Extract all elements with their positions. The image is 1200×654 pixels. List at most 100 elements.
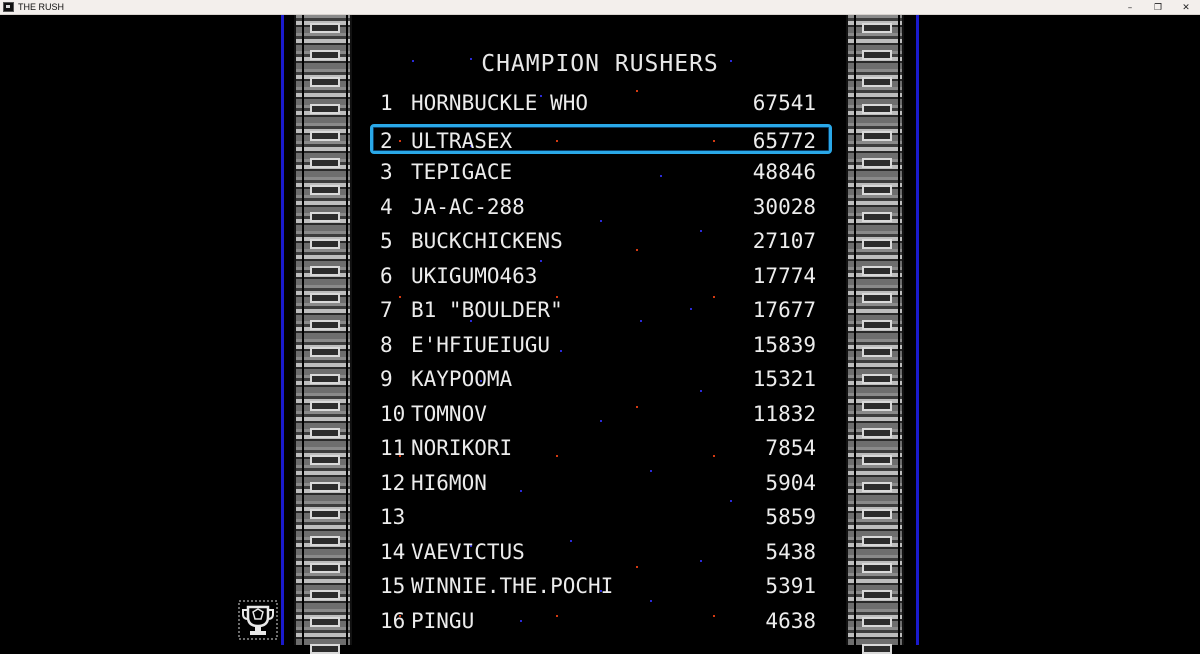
pillar-notch bbox=[310, 428, 340, 438]
leaderboard-row[interactable]: 13 5859 bbox=[370, 503, 832, 533]
leaderboard-row[interactable]: 8 E'HFIUEIUGU 15839 bbox=[370, 331, 832, 361]
pillar-notch bbox=[862, 266, 892, 276]
pillar-notch bbox=[310, 23, 340, 33]
pillar-notch bbox=[310, 212, 340, 222]
right-border-line bbox=[916, 15, 919, 645]
leaderboard-name: B1 "BOULDER" bbox=[411, 298, 563, 322]
pillar-notch bbox=[310, 509, 340, 519]
pillar-notch bbox=[862, 644, 892, 654]
pillar-notch bbox=[310, 77, 340, 87]
pillar-notch bbox=[862, 185, 892, 195]
leaderboard-score: 15321 bbox=[752, 367, 816, 391]
leaderboard-rank: 14 bbox=[380, 539, 406, 564]
pillar-notch bbox=[310, 185, 340, 195]
minimize-button[interactable]: – bbox=[1116, 0, 1144, 15]
leaderboard-rank: 15 bbox=[380, 574, 406, 598]
pillar-notch bbox=[862, 239, 892, 249]
pillar-notch bbox=[310, 293, 340, 303]
leaderboard-score: 5438 bbox=[765, 539, 816, 564]
pillar-notch bbox=[862, 347, 892, 357]
pillar-notch bbox=[310, 563, 340, 573]
pillar-notch bbox=[862, 320, 892, 330]
leaderboard-row[interactable]: 4 JA-AC-288 30028 bbox=[370, 193, 832, 223]
pillar-notch bbox=[310, 239, 340, 249]
leaderboard-rank: 10 bbox=[380, 401, 406, 426]
leaderboard-name: NORIKORI bbox=[411, 436, 513, 460]
leaderboard-score: 5904 bbox=[765, 470, 816, 495]
leaderboard-rank: 7 bbox=[380, 298, 393, 322]
pillar-notch bbox=[862, 428, 892, 438]
restore-button[interactable]: ❐ bbox=[1144, 0, 1172, 15]
pillar-notch bbox=[310, 617, 340, 627]
window-controls: – ❐ ✕ bbox=[1116, 0, 1200, 15]
leaderboard-row[interactable]: 15 WINNIE.THE.POCHI 5391 bbox=[370, 572, 832, 602]
leaderboard-name: KAYPOOMA bbox=[411, 367, 513, 391]
game-canvas: CHAMPION RUSHERS 1 HORNBUCKLE WHO 67541 2 UL… bbox=[0, 15, 1200, 654]
leaderboard-row[interactable]: 2 ULTRASEX 65772 bbox=[370, 123, 832, 154]
leaderboard-score: 15839 bbox=[752, 332, 816, 357]
leaderboard-rank: 3 bbox=[380, 160, 393, 184]
leaderboard-row[interactable]: 9 KAYPOOMA 15321 bbox=[370, 365, 832, 395]
leaderboard-name: TOMNOV bbox=[411, 401, 487, 426]
leaderboard-row[interactable]: 7 B1 "BOULDER" 17677 bbox=[370, 296, 832, 326]
pillar-notch bbox=[862, 563, 892, 573]
leaderboard-name: HORNBUCKLE WHO bbox=[411, 91, 589, 115]
leaderboard-rank: 6 bbox=[380, 263, 393, 288]
leaderboard-score: 30028 bbox=[752, 194, 816, 219]
window-title: THE RUSH bbox=[18, 2, 65, 12]
pillar-notch bbox=[310, 158, 340, 168]
pillar-notch bbox=[310, 131, 340, 141]
leaderboard-name: E'HFIUEIUGU bbox=[411, 332, 551, 357]
pillar-notch bbox=[310, 482, 340, 492]
leaderboard-name: UKIGUMO463 bbox=[411, 263, 538, 288]
leaderboard-row[interactable]: 5 BUCKCHICKENS 27107 bbox=[370, 227, 832, 257]
leaderboard-rank: 12 bbox=[380, 470, 406, 495]
pillar-notch bbox=[862, 158, 892, 168]
leaderboard-score: 7854 bbox=[765, 436, 816, 460]
leaderboard-row[interactable]: 6 UKIGUMO463 17774 bbox=[370, 262, 832, 292]
leaderboard-score: 48846 bbox=[752, 160, 816, 184]
leaderboard-score: 65772 bbox=[752, 128, 816, 153]
pillar-notch bbox=[862, 455, 892, 465]
pillar-notch bbox=[310, 374, 340, 384]
leaderboard-title: CHAMPION RUSHERS bbox=[481, 51, 719, 77]
leaderboard-rank: 2 bbox=[380, 128, 393, 153]
pillar-notch bbox=[862, 509, 892, 519]
pillar-notch bbox=[862, 374, 892, 384]
leaderboard-rank: 9 bbox=[380, 367, 393, 391]
leaderboard-rank: 4 bbox=[380, 194, 393, 219]
pillar-notch bbox=[862, 104, 892, 114]
pillar-notch bbox=[310, 455, 340, 465]
pillar-notch bbox=[862, 482, 892, 492]
left-border-line bbox=[281, 15, 284, 645]
leaderboard-score: 5391 bbox=[765, 574, 816, 598]
leaderboard-row[interactable]: 10 TOMNOV 11832 bbox=[370, 400, 832, 430]
leaderboard-rank: 13 bbox=[380, 505, 406, 529]
window-titlebar: THE RUSH – ❐ ✕ bbox=[0, 0, 1200, 15]
leaderboard-row[interactable]: 12 HI6MON 5904 bbox=[370, 469, 832, 499]
leaderboard-rank: 11 bbox=[380, 436, 406, 460]
leaderboard-score: 4638 bbox=[765, 608, 816, 633]
pillar-notch bbox=[310, 347, 340, 357]
leaderboard-name: WINNIE.THE.POCHI bbox=[411, 574, 614, 598]
right-pillar bbox=[846, 15, 904, 654]
leaderboard-row[interactable]: 14 VAEVICTUS 5438 bbox=[370, 538, 832, 568]
leaderboard-row[interactable]: 1 HORNBUCKLE WHO 67541 bbox=[370, 89, 832, 119]
leaderboard-row[interactable]: 11 NORIKORI 7854 bbox=[370, 434, 832, 464]
leaderboard-name: JA-AC-288 bbox=[411, 194, 525, 219]
leaderboard-rank: 8 bbox=[380, 332, 393, 357]
close-button[interactable]: ✕ bbox=[1172, 0, 1200, 15]
pillar-notch bbox=[310, 320, 340, 330]
leaderboard-score: 67541 bbox=[752, 91, 816, 115]
leaderboard-row[interactable]: 3 TEPIGACE 48846 bbox=[370, 158, 832, 188]
leaderboard-row[interactable]: 16 PINGU 4638 bbox=[370, 607, 832, 637]
leaderboard-score: 27107 bbox=[752, 229, 816, 253]
pillar-notch bbox=[862, 131, 892, 141]
leaderboard-rank: 16 bbox=[380, 608, 406, 633]
pillar-notch bbox=[310, 266, 340, 276]
leaderboard-name: VAEVICTUS bbox=[411, 539, 525, 564]
pillar-notch bbox=[862, 617, 892, 627]
pillar-notch bbox=[862, 536, 892, 546]
pillar-notch bbox=[310, 104, 340, 114]
leaderboard-name: BUCKCHICKENS bbox=[411, 229, 563, 253]
